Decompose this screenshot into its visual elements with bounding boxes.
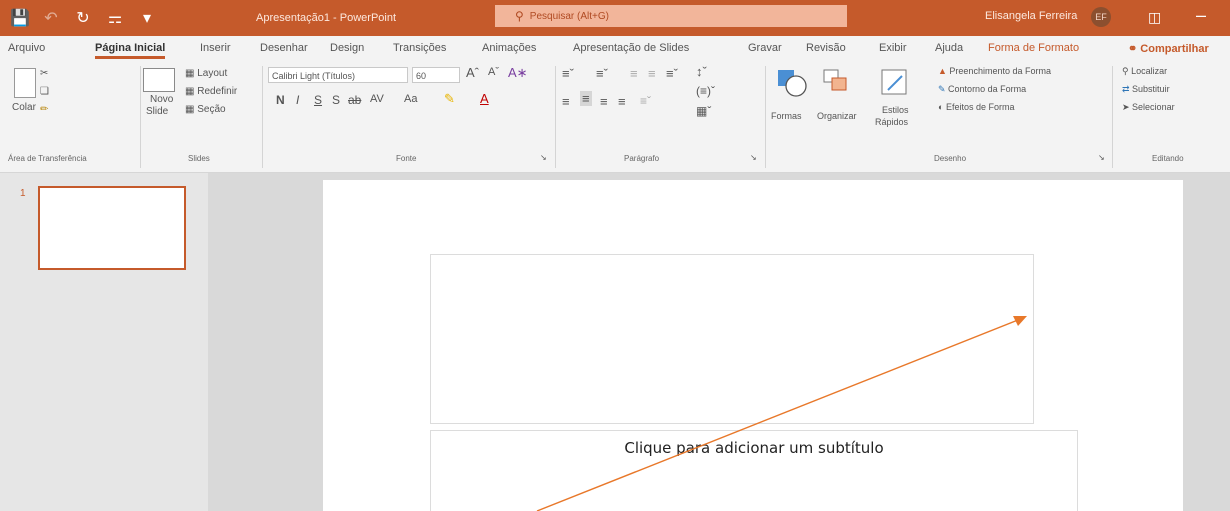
annotation-arrow bbox=[536, 316, 1027, 511]
